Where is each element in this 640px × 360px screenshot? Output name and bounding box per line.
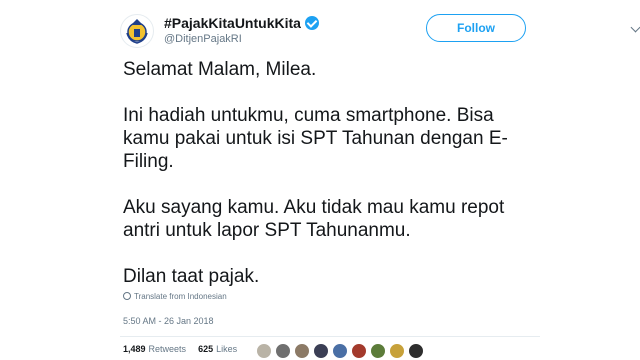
display-name-text: #PajakKitaUntukKita (164, 15, 301, 31)
follow-button[interactable]: Follow (426, 14, 526, 42)
tweet-text: Selamat Malam, Milea. Ini hadiah untukmu… (123, 59, 508, 287)
verified-badge-icon (304, 16, 319, 30)
likes-count[interactable]: 625 (198, 344, 213, 354)
tweet-header: #PajakKitaUntukKita @DitjenPajakRI Follo… (120, 14, 540, 48)
liker-avatar[interactable] (256, 343, 272, 359)
tweet-stats: 1,489 Retweets 625 Likes (123, 344, 249, 360)
liker-avatar[interactable] (294, 343, 310, 359)
chevron-down-icon[interactable] (632, 24, 640, 32)
liker-avatar[interactable] (351, 343, 367, 359)
translate-link[interactable]: Translate from Indonesian (123, 292, 227, 304)
tweet-card: #PajakKitaUntukKita @DitjenPajakRI Follo… (0, 0, 640, 360)
liker-avatar[interactable] (408, 343, 424, 359)
liker-avatar[interactable] (370, 343, 386, 359)
liker-avatar[interactable] (313, 343, 329, 359)
retweets-label[interactable]: Retweets (149, 344, 187, 354)
user-handle[interactable]: @DitjenPajakRI (164, 33, 242, 45)
avatar[interactable] (120, 14, 154, 48)
likes-label[interactable]: Likes (216, 344, 237, 354)
liker-avatar[interactable] (275, 343, 291, 359)
divider (120, 336, 540, 337)
globe-icon (123, 292, 131, 300)
liker-avatar[interactable] (389, 343, 405, 359)
liker-avatar[interactable] (332, 343, 348, 359)
retweets-count[interactable]: 1,489 (123, 344, 146, 354)
ditjen-pajak-logo-icon (126, 19, 148, 44)
translate-label: Translate from Indonesian (134, 292, 227, 301)
display-name[interactable]: #PajakKitaUntukKita (164, 15, 319, 31)
tweet-timestamp[interactable]: 5:50 AM - 26 Jan 2018 (123, 316, 214, 326)
